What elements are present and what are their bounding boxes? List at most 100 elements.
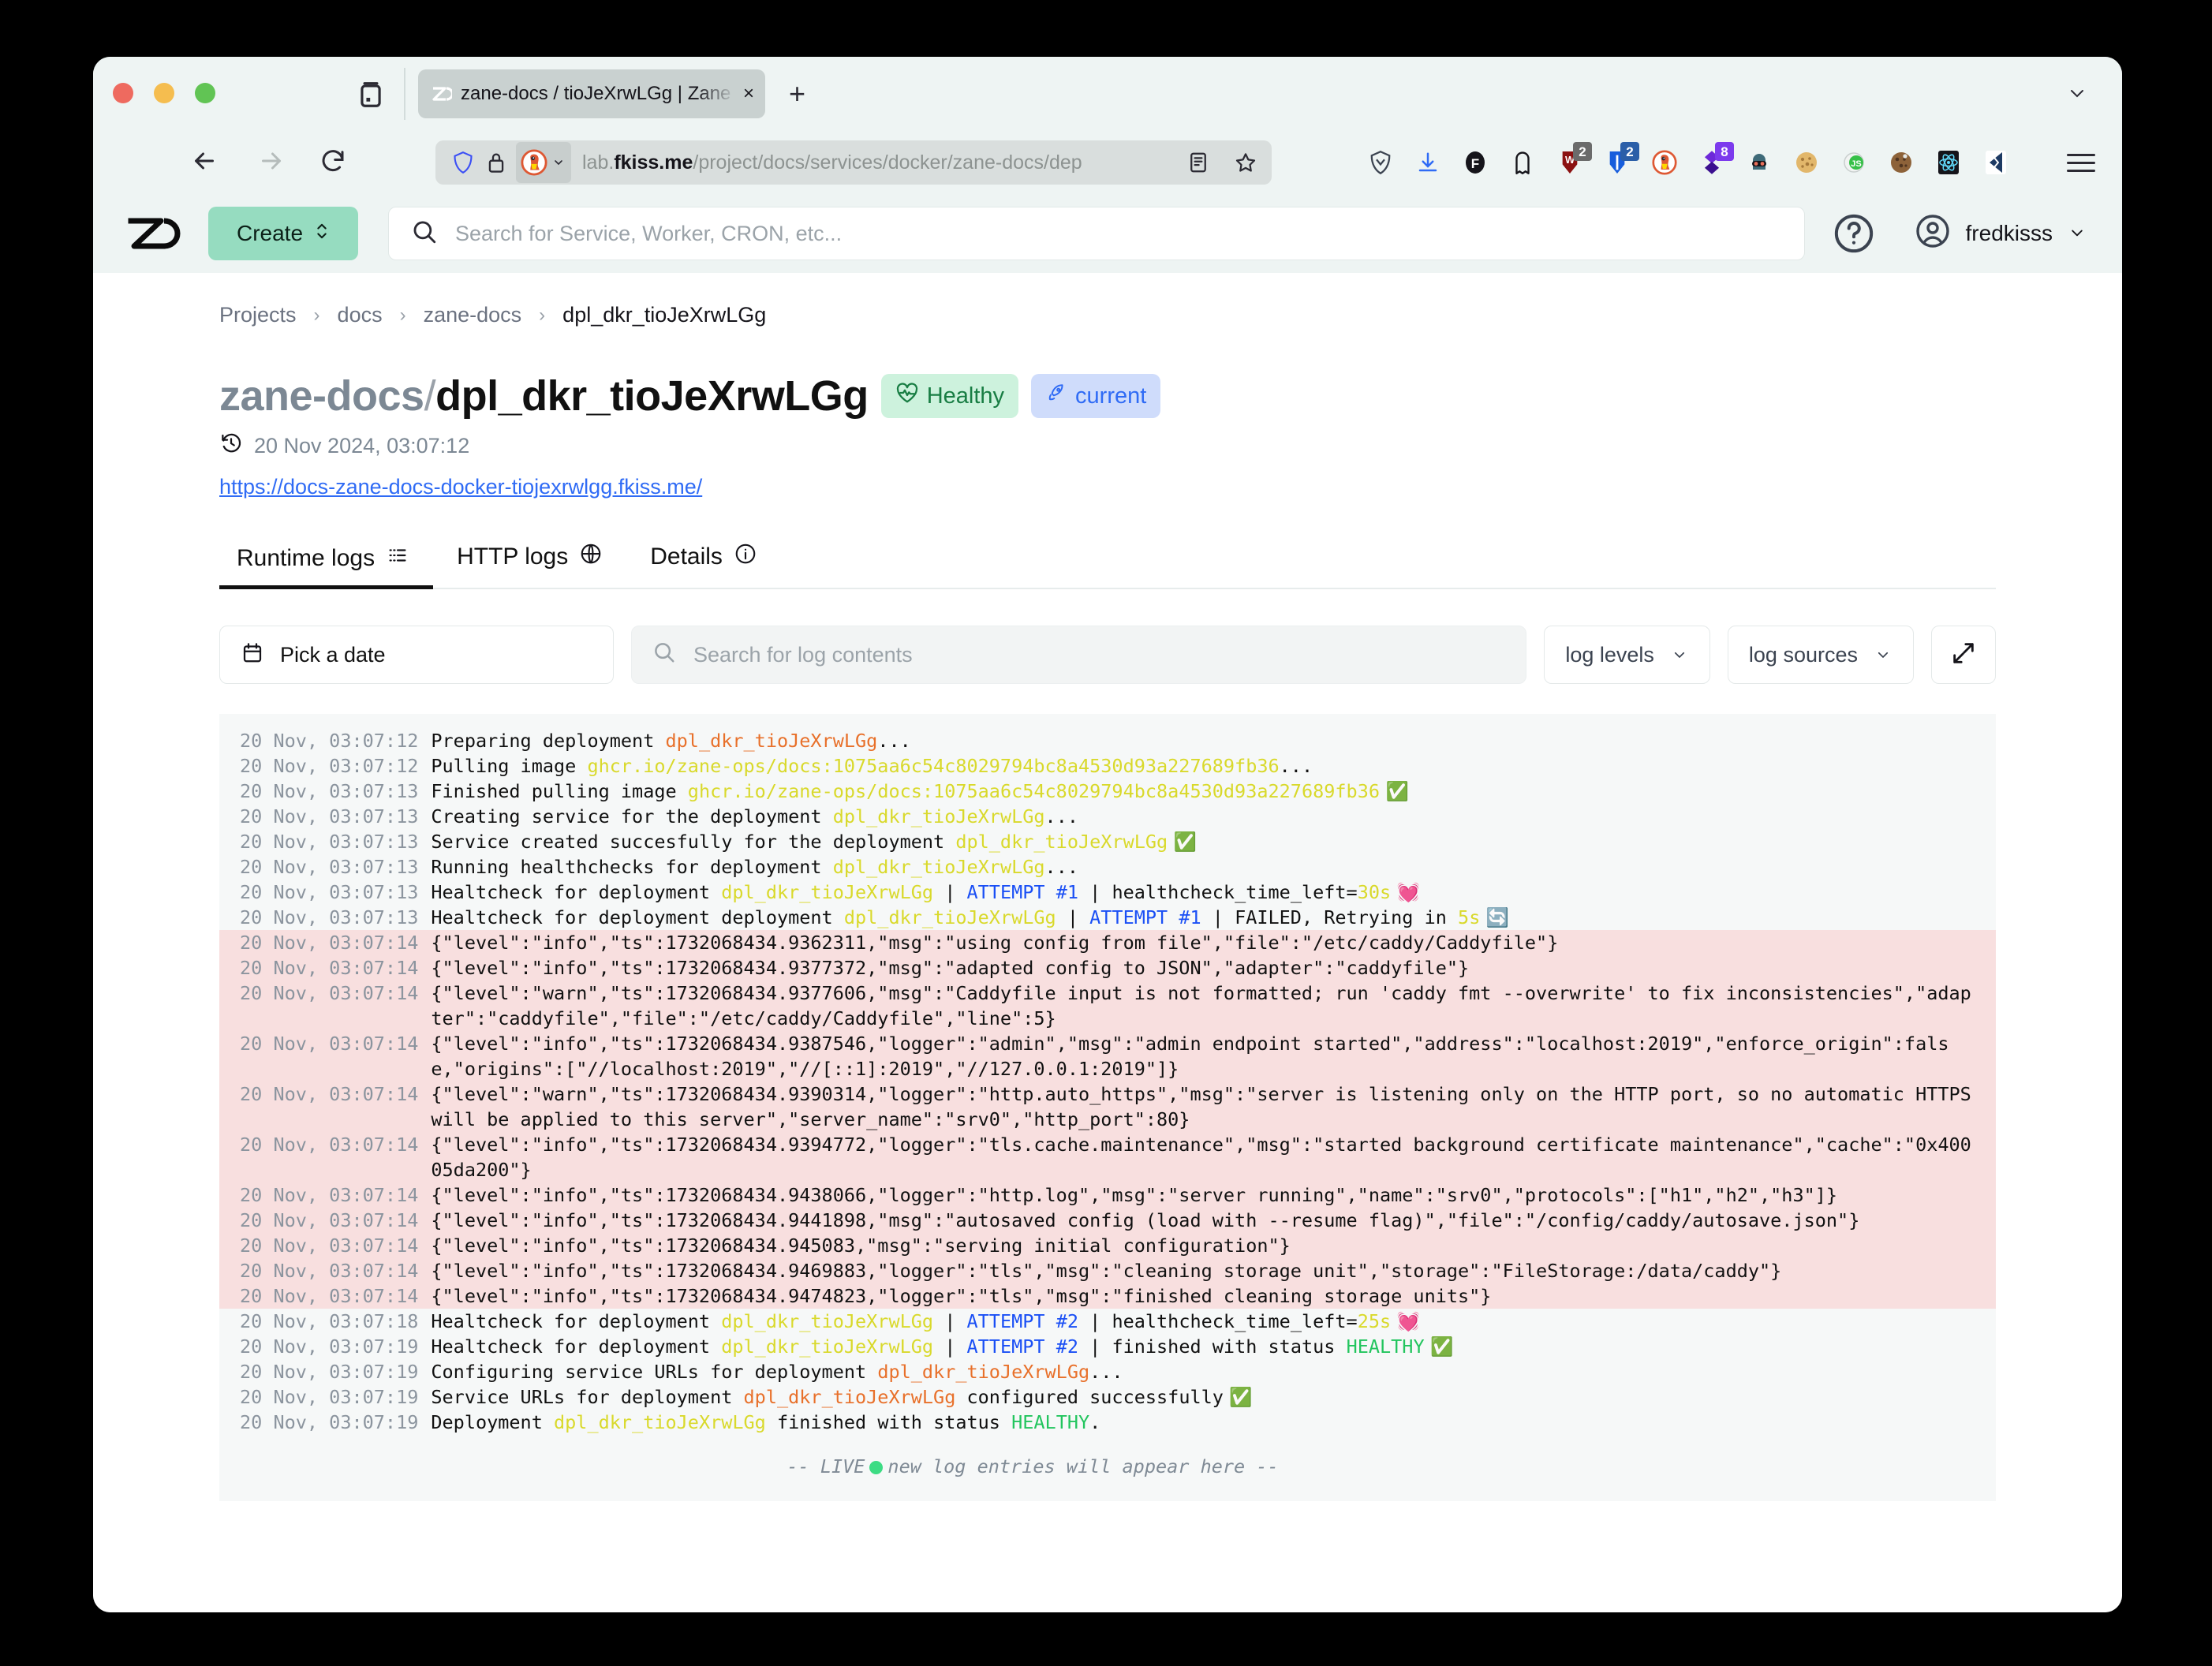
list-icon [386, 545, 409, 572]
log-token: | [1056, 906, 1090, 928]
tab-list-chevron-icon[interactable] [2064, 84, 2091, 106]
log-line: 20 Nov, 03:07:19 Healtcheck for deploymen… [219, 1334, 1996, 1359]
log-message: Running healthchecks for deployment dpl_… [431, 854, 1975, 880]
log-token: {"level":"info","ts":1732068434.9387546,… [431, 1033, 1949, 1080]
log-line: 20 Nov, 03:07:14 {"level":"info","ts":173… [219, 1182, 1996, 1208]
react-devtools-purple-icon[interactable]: 8 [1694, 142, 1734, 181]
chevron-down-icon [1670, 643, 1689, 667]
ghostery-icon[interactable] [1505, 144, 1540, 181]
cookie-icon[interactable] [1789, 144, 1824, 181]
log-token: 25s [1357, 1310, 1392, 1332]
cookie-editor-icon[interactable] [1884, 144, 1919, 181]
back-button[interactable] [184, 140, 225, 181]
tab-runtime-logs[interactable]: Runtime logs [219, 545, 434, 589]
log-message: {"level":"info","ts":1732068434.9377372,… [431, 955, 1975, 981]
log-message: Healtcheck for deployment dpl_dkr_tioJeX… [431, 880, 1975, 905]
zaneops-logo[interactable] [126, 215, 181, 252]
log-line: 20 Nov, 03:07:14 {"level":"info","ts":173… [219, 930, 1996, 955]
runtime-logs-viewer[interactable]: 20 Nov, 03:07:12 Preparing deployment dpl… [219, 714, 1996, 1501]
reload-button[interactable] [312, 140, 353, 181]
live-status-dot [869, 1461, 884, 1474]
question-circle-icon[interactable] [1832, 211, 1876, 256]
create-button[interactable]: Create [208, 207, 358, 260]
breadcrumb-item-projects[interactable]: Projects [219, 303, 297, 327]
global-search-input[interactable]: Search for Service, Worker, CRON, etc... [388, 207, 1805, 260]
log-sources-select[interactable]: log sources [1727, 626, 1914, 684]
pick-date-button[interactable]: Pick a date [219, 626, 614, 684]
tab-details[interactable]: Details [626, 542, 781, 588]
log-message: {"level":"info","ts":1732068434.9362311,… [431, 930, 1975, 955]
title-separator: / [424, 372, 436, 420]
live-indicator: -- LIVE new log entries will appear here … [219, 1435, 1996, 1479]
wappalyzer-icon[interactable]: W 2 [1553, 142, 1592, 181]
downloads-icon[interactable] [1411, 144, 1445, 181]
bookmark-star-icon[interactable] [1234, 151, 1257, 178]
duckduckgo-search-mode-button[interactable] [516, 142, 571, 183]
expand-logs-button[interactable] [1931, 626, 1996, 684]
log-token: | healthcheck_time_left= [1078, 1310, 1358, 1332]
reader-mode-icon[interactable] [1186, 151, 1210, 178]
tab-http-logs[interactable]: HTTP logs [433, 542, 626, 588]
minimize-window-button[interactable] [154, 83, 174, 103]
new-tab-button[interactable]: + [789, 79, 805, 109]
log-token: {"level":"info","ts":1732068434.9441898,… [431, 1209, 1860, 1231]
log-timestamp: 20 Nov, 03:07:14 [240, 982, 419, 1004]
terminal-icon[interactable] [1978, 144, 2013, 181]
address-bar[interactable]: lab.fkiss.me/project/docs/services/docke… [435, 140, 1272, 185]
log-token: ... [1044, 805, 1078, 827]
tab-http-logs-label: HTTP logs [457, 544, 569, 570]
breadcrumb-item-docs[interactable]: docs [338, 303, 383, 327]
json-viewer-icon[interactable]: JS [1836, 144, 1871, 181]
live-text: new log entries will appear here -- [887, 1455, 1279, 1477]
log-token: Creating service for the deployment [431, 805, 833, 827]
browser-menu-button[interactable] [2067, 148, 2095, 177]
duckduckgo-icon[interactable] [1647, 144, 1682, 181]
log-token: Service URLs for deployment [431, 1386, 744, 1408]
log-token: {"level":"info","ts":1732068434.9362311,… [431, 932, 1559, 954]
log-timestamp: 20 Nov, 03:07:19 [240, 1361, 419, 1383]
log-line: 20 Nov, 03:07:13 Healtcheck for deploymen… [219, 880, 1996, 905]
breadcrumb: Projects › docs › zane-docs › dpl_dkr_ti… [93, 273, 2122, 327]
log-message: {"level":"info","ts":1732068434.9441898,… [431, 1208, 1975, 1233]
log-message: Healtcheck for deployment dpl_dkr_tioJeX… [431, 1309, 1975, 1334]
log-message: Configuring service URLs for deployment … [431, 1359, 1975, 1384]
page-content: Create Search for Service, Worker, CRON,… [93, 194, 2122, 1612]
log-search-input[interactable]: Search for log contents [631, 626, 1527, 684]
darkreader-icon[interactable] [1742, 144, 1777, 181]
tracking-protection-shield-icon[interactable] [447, 146, 480, 179]
log-message: Healtcheck for deployment dpl_dkr_tioJeX… [431, 1334, 1975, 1359]
firefox-view-icon[interactable] [356, 79, 386, 110]
log-message: Service created succesfully for the depl… [431, 829, 1975, 854]
log-token: {"level":"warn","ts":1732068434.9377606,… [431, 982, 1971, 1029]
log-message: Service URLs for deployment dpl_dkr_tioJ… [431, 1384, 1975, 1410]
log-token: ✅ [1424, 1335, 1454, 1358]
forward-button[interactable] [251, 140, 292, 181]
log-sources-label: log sources [1748, 642, 1858, 667]
bitwarden-icon[interactable]: 2 [1600, 142, 1639, 181]
browser-tab[interactable]: zane-docs / tioJeXrwLGg | Zane × [418, 69, 765, 118]
facebook-container-icon[interactable]: F [1458, 144, 1493, 181]
tab-close-icon[interactable]: × [743, 84, 754, 103]
browser-tabstrip: zane-docs / tioJeXrwLGg | Zane × + [93, 57, 2122, 129]
svg-text:JS: JS [1851, 159, 1861, 169]
log-token: ✅ [1380, 780, 1409, 802]
log-token: HEALTHY [1011, 1411, 1090, 1433]
lock-icon[interactable] [480, 146, 513, 179]
log-token: Service created succesfully for the depl… [431, 831, 956, 853]
log-message: Deployment dpl_dkr_tioJeXrwLGg finished … [431, 1410, 1975, 1435]
log-levels-select[interactable]: log levels [1544, 626, 1710, 684]
close-window-button[interactable] [113, 83, 133, 103]
log-token: Healtcheck for deployment [431, 1310, 722, 1332]
nordvpn-icon[interactable] [1363, 144, 1398, 181]
log-token: | finished with status [1078, 1335, 1347, 1358]
deployment-url-link[interactable]: https://docs-zane-docs-docker-tiojexrwlg… [93, 461, 2122, 499]
maximize-window-button[interactable] [195, 83, 215, 103]
search-icon [652, 641, 676, 670]
breadcrumb-item-zane-docs[interactable]: zane-docs [424, 303, 522, 327]
react-atom-icon[interactable] [1931, 144, 1966, 181]
log-token: ATTEMPT #1 [1089, 906, 1201, 928]
log-message: {"level":"info","ts":1732068434.9469883,… [431, 1258, 1975, 1283]
tabstrip-divider [404, 68, 405, 120]
user-menu[interactable]: fredkisss [1914, 212, 2087, 256]
url-text: lab.fkiss.me/project/docs/services/docke… [582, 151, 1082, 174]
